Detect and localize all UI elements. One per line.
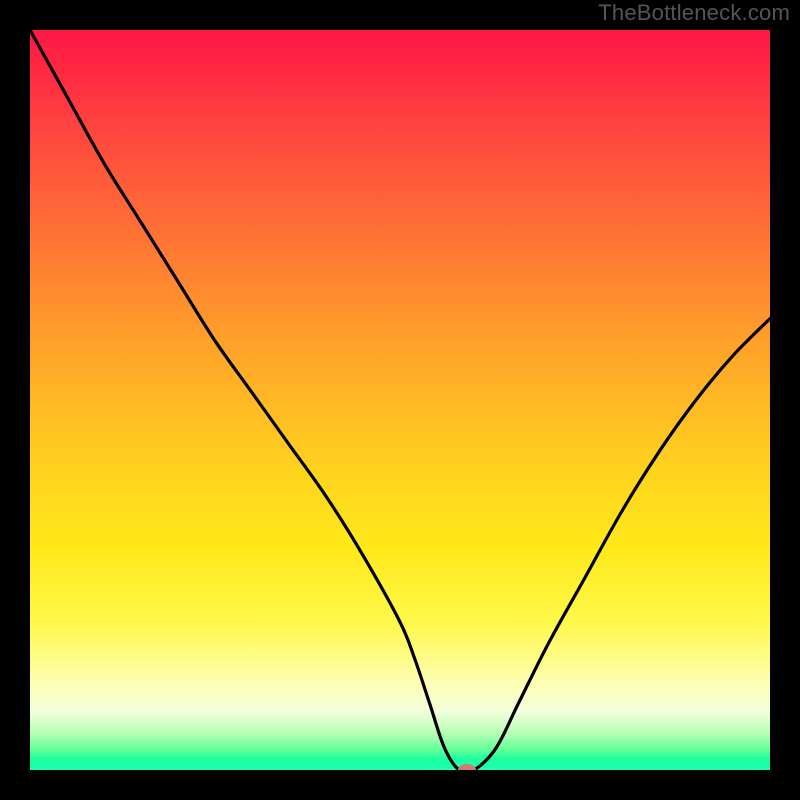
chart-frame: TheBottleneck.com	[0, 0, 800, 800]
watermark-text: TheBottleneck.com	[598, 0, 790, 26]
bottleneck-curve	[30, 30, 770, 770]
optimal-point-marker	[458, 764, 476, 770]
plot-area	[30, 30, 770, 770]
